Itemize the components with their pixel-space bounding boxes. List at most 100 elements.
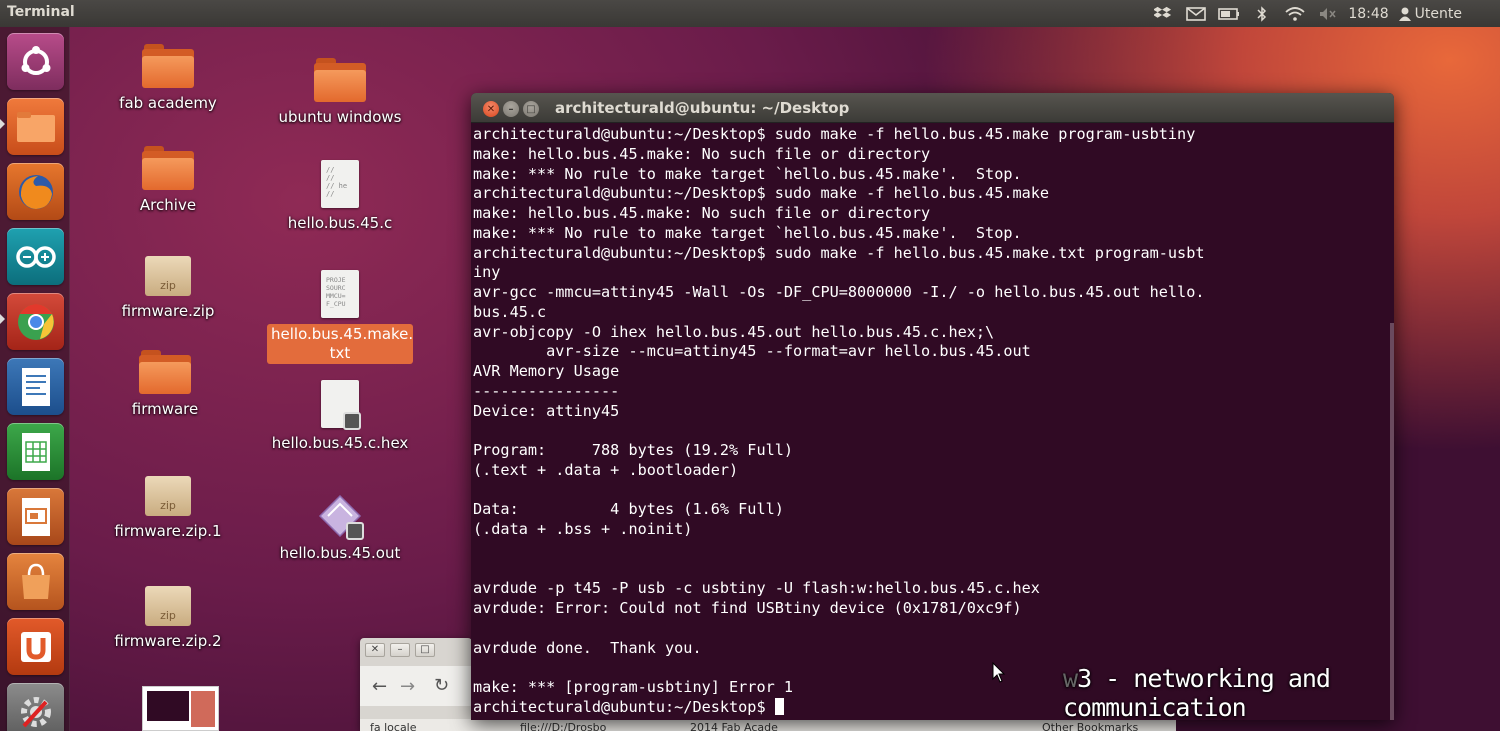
lock-icon [346, 522, 364, 540]
settings-gear-icon [20, 696, 51, 727]
desktop-icon-c-file[interactable]: // // // he // hello.bus.45.c [265, 160, 415, 233]
desktop-icon-label: Archive [139, 196, 197, 214]
chrome-icon [17, 303, 54, 340]
terminal-line: make: *** No rule to make target `hello.… [473, 164, 1022, 183]
desktop-icon-zip[interactable]: zip firmware.zip.2 [93, 586, 243, 651]
running-indicator [0, 314, 5, 324]
terminal-line: make: *** No rule to make target `hello.… [473, 223, 1022, 242]
terminal-output[interactable]: architecturald@ubuntu:~/Desktop$ sudo ma… [473, 125, 1386, 720]
mouse-pointer-icon [992, 662, 1006, 683]
desktop-icon-label: firmware.zip [121, 302, 215, 320]
binary-file-icon [318, 494, 364, 540]
desktop-icon-folder[interactable]: fab academy [93, 44, 243, 113]
top-panel: Terminal 18:48 Utente [0, 0, 1500, 27]
desktop-icon-folder[interactable]: firmware [90, 350, 240, 419]
active-app-title: Terminal [7, 4, 75, 20]
bookmark-item[interactable]: 2014 Fab Acade [690, 721, 778, 731]
ubuntu-one-icon [20, 631, 51, 662]
terminal-line: (.text + .data + .bootloader) [473, 460, 739, 479]
terminal-line: make: hello.bus.45.make: No such file or… [473, 204, 931, 222]
user-icon [1398, 7, 1411, 21]
desktop-icon-out-file[interactable]: hello.bus.45.out [265, 494, 415, 563]
zip-archive-icon: zip [145, 256, 191, 296]
close-icon[interactable]: ✕ [365, 643, 385, 657]
launcher-files-button[interactable] [7, 98, 64, 155]
terminal-line: avrdude done. Thank you. [473, 638, 702, 657]
terminal-titlebar[interactable]: ✕ – □ architecturald@ubuntu: ~/Desktop [471, 93, 1394, 123]
bookmark-item[interactable]: Other Bookmarks [1042, 721, 1138, 731]
volume-muted-icon[interactable] [1311, 0, 1344, 27]
terminal-line: avr-objcopy -O ihex hello.bus.45.out hel… [473, 322, 995, 341]
terminal-window[interactable]: ✕ – □ architecturald@ubuntu: ~/Desktop a… [471, 93, 1394, 720]
user-menu[interactable]: Utente [1398, 6, 1500, 22]
indicator-area: 18:48 Utente [1146, 0, 1500, 27]
desktop-icon-label: ubuntu windows [278, 108, 402, 126]
bluetooth-icon[interactable] [1245, 0, 1278, 27]
launcher-arduino-button[interactable] [7, 228, 64, 285]
terminal-line: avr-gcc -mmcu=attiny45 -Wall -Os -DF_CPU… [473, 283, 1205, 301]
browser-window[interactable]: ✕ – □ ← → ↻ [360, 638, 472, 731]
ubuntu-dash-button[interactable] [7, 33, 64, 90]
desktop-icon-label: firmware.zip.1 [114, 522, 222, 540]
terminal-line: make: hello.bus.45.make: No such file or… [473, 144, 931, 163]
terminal-line: avrdude: Error: Could not find USBtiny d… [473, 599, 1022, 617]
desktop-icon-label: firmware [131, 400, 199, 418]
terminal-line: architecturald@ubuntu:~/Desktop$ sudo ma… [473, 184, 1050, 203]
terminal-line: Data: 4 bytes (1.6% Full) [473, 500, 784, 519]
desktop-icon-label: fab academy [119, 94, 217, 112]
terminal-line: Program: 788 bytes (19.2% Full) [473, 441, 794, 459]
desktop-icon-label: hello.bus.45.out [279, 544, 401, 562]
zip-archive-icon: zip [145, 476, 191, 516]
dropbox-icon[interactable] [1146, 0, 1179, 27]
ubuntu-logo-icon [21, 45, 50, 75]
desktop-icon-make-file[interactable]: PROJE SOURC MMCU= F_CPU hello.bus.45.mak… [265, 270, 415, 364]
desktop-screenshot-thumbnail[interactable] [142, 686, 219, 731]
wifi-icon[interactable] [1278, 0, 1311, 27]
terminal-line: (.data + .bss + .noinit) [473, 520, 693, 538]
writer-document-icon [21, 367, 50, 406]
launcher-software-center-button[interactable] [7, 553, 64, 610]
desktop-icon-zip[interactable]: zip firmware.zip.1 [93, 476, 243, 541]
video-caption-overlay: w3 - networking and communication [1063, 664, 1500, 722]
desktop-icon-folder[interactable]: Archive [93, 146, 243, 215]
launcher-impress-button[interactable] [7, 488, 64, 545]
launcher-chrome-button[interactable] [7, 293, 64, 350]
back-arrow-icon[interactable]: ← [372, 676, 387, 697]
bookmark-item[interactable]: fa locale [370, 721, 417, 731]
folder-icon [16, 111, 55, 142]
impress-presentation-icon [21, 497, 50, 536]
battery-icon[interactable] [1212, 0, 1245, 27]
minimize-icon[interactable]: – [390, 643, 410, 657]
mail-icon[interactable] [1179, 0, 1212, 27]
locked-file-icon [321, 380, 361, 430]
terminal-line: iny [473, 263, 501, 282]
terminal-line: bus.45.c [473, 302, 547, 321]
maximize-icon[interactable]: □ [415, 643, 435, 657]
desktop-icon-label: hello.bus.45.c [287, 214, 393, 232]
close-icon[interactable]: ✕ [483, 101, 499, 117]
launcher-writer-button[interactable] [7, 358, 64, 415]
maximize-icon[interactable]: □ [523, 101, 539, 117]
reload-icon[interactable]: ↻ [434, 675, 449, 696]
bookmark-item[interactable]: file:///D:/Drosbo [520, 721, 606, 731]
launcher-ubuntu-one-button[interactable] [7, 618, 64, 675]
launcher-system-settings-button[interactable] [7, 683, 64, 731]
terminal-line: avrdude -p t45 -P usb -c usbtiny -U flas… [473, 579, 1040, 598]
desktop-icon-folder[interactable]: ubuntu windows [265, 58, 415, 127]
terminal-scrollbar[interactable] [1390, 323, 1394, 720]
forward-arrow-icon[interactable]: → [400, 676, 415, 697]
desktop-icon-hex-file[interactable]: hello.bus.45.c.hex [265, 380, 415, 453]
terminal-prompt: architecturald@ubuntu:~/Desktop$ [473, 697, 775, 716]
clock[interactable]: 18:48 [1344, 6, 1398, 22]
terminal-line: architecturald@ubuntu:~/Desktop$ sudo ma… [473, 125, 1196, 143]
minimize-icon[interactable]: – [503, 101, 519, 117]
launcher-firefox-button[interactable] [7, 163, 64, 220]
firefox-icon [18, 174, 53, 209]
shopping-bag-icon [21, 563, 50, 599]
launcher-calc-button[interactable] [7, 423, 64, 480]
desktop-icon-zip[interactable]: zip firmware.zip [93, 256, 243, 321]
